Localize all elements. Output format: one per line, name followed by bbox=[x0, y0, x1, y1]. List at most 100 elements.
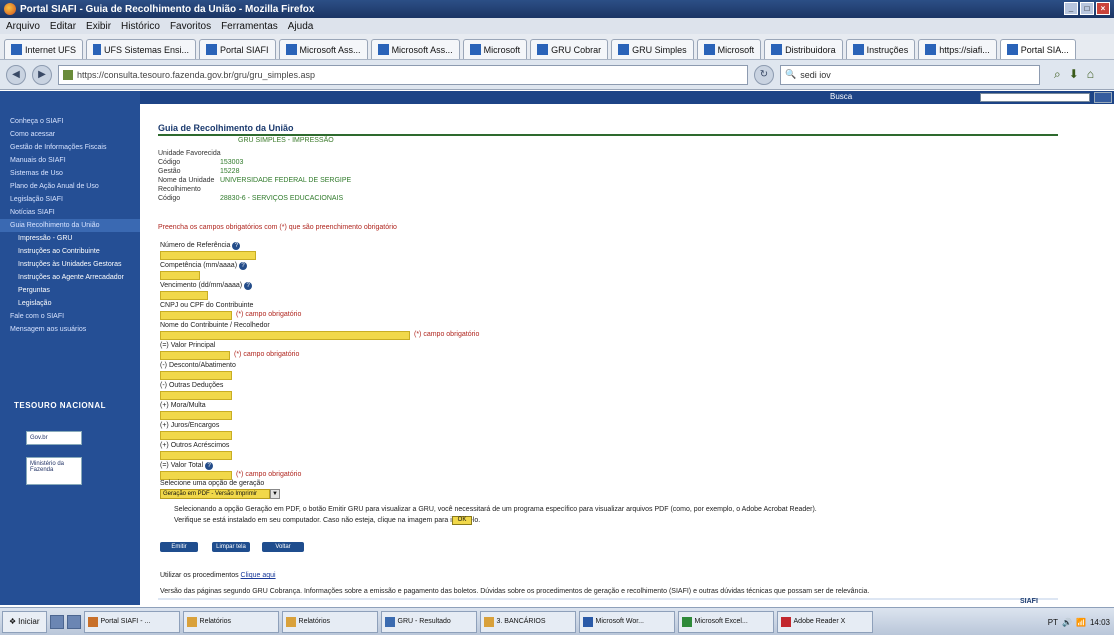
reload-icon[interactable]: ↻ bbox=[754, 64, 774, 85]
sidebar-item[interactable]: Fale com o SIAFI bbox=[0, 310, 140, 323]
sidebar-item[interactable]: Instruções ao Agente Arrecadador bbox=[0, 271, 140, 284]
menu-exibir[interactable]: Exibir bbox=[86, 21, 111, 32]
sidebar-item[interactable]: Sistemas de Uso bbox=[0, 167, 140, 180]
menu-ferramentas[interactable]: Ferramentas bbox=[221, 21, 278, 32]
info-key: Gestão bbox=[158, 168, 181, 175]
quicklaunch-browser-icon[interactable] bbox=[66, 614, 81, 629]
form-input-field[interactable] bbox=[160, 431, 232, 440]
search-bar[interactable]: 🔍 sedi iov bbox=[780, 64, 1040, 85]
volume-icon[interactable]: 🔊 bbox=[1062, 618, 1072, 627]
help-icon[interactable]: ? bbox=[244, 282, 253, 290]
sidebar-item[interactable]: Perguntas bbox=[0, 284, 140, 297]
taskbar-item[interactable]: Portal SIAFI - ... bbox=[83, 610, 180, 633]
menu-editar[interactable]: Editar bbox=[50, 21, 76, 32]
bookmark-tab[interactable]: Portal SIA... bbox=[999, 39, 1076, 59]
bookmark-tab[interactable]: GRU Simples bbox=[611, 39, 694, 59]
sidebar-item[interactable]: Impressão - GRU bbox=[0, 232, 140, 245]
bookmark-tab[interactable]: Microsoft bbox=[462, 39, 528, 59]
menu-favoritos[interactable]: Favoritos bbox=[170, 21, 211, 32]
form-input-field[interactable] bbox=[160, 351, 230, 360]
page-title: Guia de Recolhimento da União bbox=[158, 123, 294, 133]
form-input-field[interactable] bbox=[160, 471, 232, 480]
form-input-field[interactable] bbox=[160, 311, 232, 320]
sidebar-item[interactable]: Notícias SIAFI bbox=[0, 206, 140, 219]
form-input-field[interactable] bbox=[160, 251, 256, 260]
tesouro-logo: TESOURO NACIONAL bbox=[14, 401, 106, 410]
bookmark-tab[interactable]: Microsoft bbox=[696, 39, 762, 59]
help-icon[interactable]: ? bbox=[205, 462, 214, 470]
limpar-tela-button[interactable]: Limpar tela bbox=[212, 542, 250, 552]
bookmark-tab[interactable]: Microsoft Ass... bbox=[278, 39, 368, 59]
bookmark-tab[interactable]: Portal SIAFI bbox=[199, 39, 276, 59]
bookmark-tab[interactable]: GRU Cobrar bbox=[530, 39, 609, 59]
forward-arrow-icon[interactable]: ▶ bbox=[32, 64, 52, 85]
site-identity-icon[interactable] bbox=[63, 69, 73, 80]
form-input-field[interactable] bbox=[160, 371, 232, 380]
sidebar-item[interactable]: Gestão de Informações Fiscais bbox=[0, 141, 140, 154]
form-input-field[interactable] bbox=[160, 291, 208, 300]
taskbar-item-label: Microsoft Excel... bbox=[694, 618, 748, 625]
emitir-button[interactable]: Emitir bbox=[160, 542, 198, 552]
form-input-field[interactable] bbox=[160, 271, 200, 280]
home-icon[interactable]: ⌂ bbox=[1087, 67, 1094, 82]
site-search-input[interactable] bbox=[980, 93, 1090, 102]
taskbar-item[interactable]: Adobe Reader X bbox=[776, 610, 873, 633]
bookmark-tab[interactable]: Distribuidora bbox=[764, 39, 843, 59]
sidebar-item[interactable]: Legislação bbox=[0, 297, 140, 310]
chevron-down-icon[interactable]: ▼ bbox=[270, 489, 280, 499]
taskbar-item[interactable]: GRU - Resultado bbox=[380, 610, 477, 633]
form-input-field[interactable] bbox=[160, 391, 232, 400]
sidebar-item[interactable]: Mensagem aos usuários bbox=[0, 323, 140, 336]
search-engine-icon[interactable]: 🔍 bbox=[785, 69, 796, 80]
field-label: (=) Valor Total? bbox=[160, 462, 214, 470]
sidebar-item[interactable]: Instruções às Unidades Gestoras bbox=[0, 258, 140, 271]
bookmark-tab[interactable]: Instruções bbox=[845, 39, 916, 59]
back-arrow-icon[interactable]: ◀ bbox=[6, 64, 26, 85]
menu-historico[interactable]: Histórico bbox=[121, 21, 160, 32]
start-button[interactable]: ❖ Iniciar bbox=[2, 610, 47, 633]
required-hint: (*) campo obrigatório bbox=[234, 351, 300, 358]
site-search-button[interactable] bbox=[1094, 92, 1112, 103]
header-search-link[interactable]: Busca bbox=[830, 92, 852, 101]
clock[interactable]: 14:03 bbox=[1090, 618, 1110, 627]
taskbar-item[interactable]: Relatórios bbox=[182, 610, 279, 633]
sidebar-item[interactable]: Como acessar bbox=[0, 128, 140, 141]
menu-ajuda[interactable]: Ajuda bbox=[288, 21, 314, 32]
taskbar-item[interactable]: Microsoft Wor... bbox=[578, 610, 675, 633]
bookmark-tab[interactable]: Internet UFS bbox=[4, 39, 84, 59]
download-arrow-icon[interactable]: ⬇ bbox=[1069, 67, 1079, 82]
sidebar-item[interactable]: Legislação SIAFI bbox=[0, 193, 140, 206]
window-title: Portal SIAFI - Guia de Recolhimento da U… bbox=[20, 3, 315, 15]
generation-option-select[interactable]: Geração em PDF - Versão Imprimir ▼ bbox=[160, 489, 280, 499]
ok-button[interactable]: OK bbox=[452, 516, 472, 525]
network-icon[interactable]: 📶 bbox=[1076, 618, 1086, 627]
form-input-field[interactable] bbox=[160, 331, 410, 340]
help-icon[interactable]: ? bbox=[232, 242, 241, 250]
form-input-field[interactable] bbox=[160, 451, 232, 460]
voltar-button[interactable]: Voltar bbox=[262, 542, 304, 552]
minimize-button[interactable]: _ bbox=[1064, 2, 1078, 15]
ministry-badge[interactable]: Ministério da Fazenda bbox=[26, 457, 82, 485]
taskbar-item[interactable]: 3. BANCÁRIOS bbox=[479, 610, 576, 633]
sidebar-item[interactable]: Manuais do SIAFI bbox=[0, 154, 140, 167]
form-input-field[interactable] bbox=[160, 411, 232, 420]
sidebar-item[interactable]: Guia Recolhimento da União bbox=[0, 219, 140, 232]
search-icon[interactable]: ⌕ bbox=[1054, 67, 1061, 82]
address-bar[interactable]: https://consulta.tesouro.fazenda.gov.br/… bbox=[58, 64, 748, 85]
close-button[interactable]: × bbox=[1096, 2, 1110, 15]
tray-language[interactable]: PT bbox=[1048, 618, 1058, 627]
help-icon[interactable]: ? bbox=[239, 262, 248, 270]
sidebar-item[interactable]: Instruções ao Contribuinte bbox=[0, 245, 140, 258]
taskbar-item[interactable]: Relatórios bbox=[281, 610, 378, 633]
maximize-button[interactable]: □ bbox=[1080, 2, 1094, 15]
bookmark-tab[interactable]: UFS Sistemas Ensi... bbox=[86, 39, 197, 59]
gov-badge[interactable]: Gov.br bbox=[26, 431, 82, 445]
procedures-link[interactable]: Clique aqui bbox=[241, 572, 276, 579]
menu-arquivo[interactable]: Arquivo bbox=[6, 21, 40, 32]
sidebar-item[interactable]: Conheça o SIAFI bbox=[0, 115, 140, 128]
bookmark-tab[interactable]: Microsoft Ass... bbox=[370, 39, 460, 59]
bookmark-tab[interactable]: https://siafi... bbox=[918, 39, 997, 59]
quicklaunch-desktop-icon[interactable] bbox=[49, 614, 64, 629]
sidebar-item[interactable]: Plano de Ação Anual de Uso bbox=[0, 180, 140, 193]
taskbar-item[interactable]: Microsoft Excel... bbox=[677, 610, 774, 633]
